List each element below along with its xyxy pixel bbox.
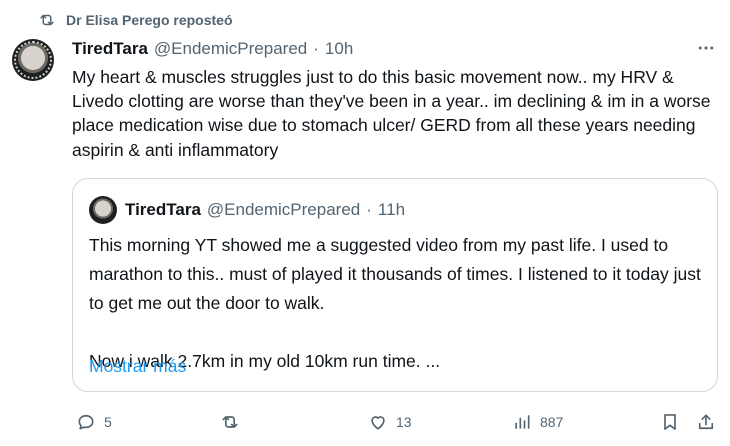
- like-count: 13: [396, 414, 412, 430]
- quote-separator-dot: ·: [366, 200, 372, 219]
- show-more-link[interactable]: Mostrar más: [89, 356, 186, 377]
- reply-button[interactable]: 5: [76, 408, 112, 436]
- bookmark-icon: [664, 414, 676, 430]
- avatar[interactable]: [12, 39, 54, 81]
- action-bar: 5 13 887: [72, 408, 718, 436]
- repost-indicator: Dr Elisa Perego reposteó: [38, 8, 233, 32]
- quote-avatar[interactable]: [89, 196, 117, 224]
- tweet-text: My heart & muscles struggles just to do …: [72, 67, 711, 160]
- quote-timestamp: 11h: [377, 200, 406, 219]
- views-icon: [515, 415, 530, 429]
- bookmark-button[interactable]: [660, 408, 680, 436]
- timestamp[interactable]: 10h: [325, 39, 353, 59]
- quote-author-handle: @EndemicPrepared: [206, 200, 361, 219]
- share-icon: [698, 414, 714, 430]
- separator-dot: ·: [313, 39, 319, 58]
- tweet-header: TiredTara @EndemicPrepared · 10h: [72, 38, 353, 60]
- repost-icon: [40, 14, 54, 26]
- heart-icon: [371, 416, 385, 430]
- author-handle[interactable]: @EndemicPrepared: [154, 39, 307, 59]
- more-options-button[interactable]: [694, 38, 718, 58]
- quoted-tweet[interactable]: TiredTara @EndemicPrepared · 11h This mo…: [72, 178, 718, 392]
- author-name[interactable]: TiredTara: [72, 39, 148, 59]
- quote-text: This morning YT showed me a suggested vi…: [89, 235, 701, 371]
- reply-count: 5: [104, 414, 112, 430]
- quote-author-name: TiredTara: [125, 200, 201, 219]
- views-button[interactable]: 887: [512, 408, 563, 436]
- repost-icon: [222, 416, 238, 428]
- repost-button[interactable]: [220, 408, 248, 436]
- quote-header: TiredTara @EndemicPrepared · 11h: [125, 199, 405, 221]
- more-icon: [698, 46, 714, 50]
- like-button[interactable]: 13: [368, 408, 412, 436]
- reply-icon: [78, 414, 94, 430]
- repost-label[interactable]: Dr Elisa Perego reposteó: [66, 12, 233, 28]
- views-count: 887: [540, 414, 564, 430]
- share-button[interactable]: [696, 408, 716, 436]
